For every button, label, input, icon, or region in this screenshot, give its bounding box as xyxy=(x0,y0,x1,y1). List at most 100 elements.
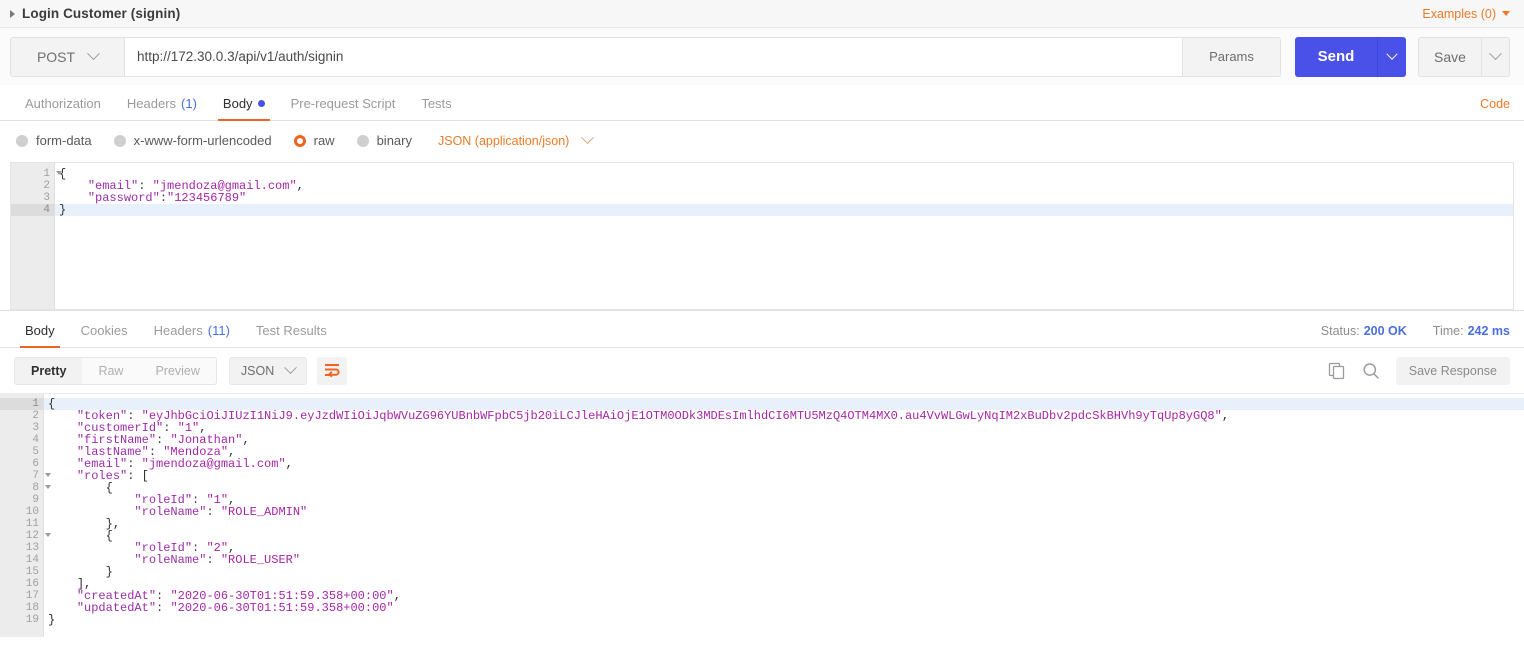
response-tab-test-results[interactable]: Test Results xyxy=(243,323,340,347)
response-tab-body[interactable]: Body xyxy=(12,323,68,348)
code-line: "token": "eyJhbGciOiJIUzI1NiJ9.eyJzdWIiO… xyxy=(76,409,1230,423)
copy-button[interactable] xyxy=(1328,362,1346,380)
status-value: 200 OK xyxy=(1363,324,1407,338)
line-number: 3 xyxy=(43,192,50,204)
line-number: 19 xyxy=(25,614,39,626)
url-bar: POST Params xyxy=(10,36,1281,77)
response-gutter: 1 2 3 4 5 6 7 8 9 10 11 12 13 14 15 16 17 18 19 xyxy=(0,394,51,637)
view-mode-preview[interactable]: Preview xyxy=(139,358,215,384)
body-type-label: x-www-form-urlencoded xyxy=(133,133,272,148)
line-number: 12 xyxy=(0,530,51,542)
response-body-editor[interactable]: 1 2 3 4 5 6 7 8 9 10 11 12 13 14 15 16 17 18 19 { "token":… xyxy=(0,394,1524,637)
tab-pre-request-script[interactable]: Pre-request Script xyxy=(278,96,409,120)
radio-binary[interactable] xyxy=(356,134,369,147)
chevron-down-icon xyxy=(581,131,595,145)
examples-label: Examples (0) xyxy=(1422,6,1496,21)
body-type-form-data[interactable]: form-data xyxy=(16,133,92,148)
request-tabs: Authorization Headers (1) Body Pre-request S… xyxy=(0,85,1524,121)
time-label: Time: xyxy=(1432,324,1464,338)
line-number: 3 xyxy=(32,422,39,434)
caret-right-icon[interactable] xyxy=(10,9,15,18)
code-line: } xyxy=(48,613,56,627)
save-response-button[interactable]: Save Response xyxy=(1395,356,1510,385)
url-input[interactable] xyxy=(125,37,1182,76)
tab-label: Body xyxy=(25,323,55,338)
response-tab-cookies[interactable]: Cookies xyxy=(68,323,141,347)
chevron-down-icon xyxy=(284,361,298,375)
params-label: Params xyxy=(1209,49,1254,64)
search-icon xyxy=(1363,362,1379,379)
tab-label: Headers xyxy=(126,96,177,111)
code-line: }, xyxy=(105,517,121,531)
code-line: } xyxy=(105,565,113,579)
code-line: "firstName": "Jonathan", xyxy=(76,433,250,447)
tab-label: Authorization xyxy=(25,96,101,111)
tab-tests[interactable]: Tests xyxy=(408,96,464,120)
search-button[interactable] xyxy=(1362,362,1380,380)
line-number: 16 xyxy=(25,578,39,590)
request-body-editor[interactable]: 1234 { "email": "jmendoza@gmail.com", "p… xyxy=(10,162,1514,310)
body-type-raw[interactable]: raw xyxy=(293,133,335,148)
tab-body[interactable]: Body xyxy=(210,96,278,121)
code-line: "updatedAt": "2020-06-30T01:51:59.358+00… xyxy=(76,601,394,615)
wrap-lines-button[interactable] xyxy=(317,356,348,385)
response-right-tools: Save Response xyxy=(1328,356,1510,385)
save-label: Save xyxy=(1434,48,1466,65)
code-line: "customerId": "1", xyxy=(76,421,207,435)
code-line: } xyxy=(55,204,1513,216)
line-number: 6 xyxy=(32,458,39,470)
save-button-group: Save xyxy=(1418,36,1510,77)
examples-dropdown[interactable]: Examples (0) xyxy=(1422,7,1510,21)
line-number: 9 xyxy=(32,494,39,506)
send-button[interactable]: Send xyxy=(1295,36,1377,77)
save-response-label: Save Response xyxy=(1408,363,1497,378)
tab-count: (1) xyxy=(181,96,197,111)
radio-x-www-form-urlencoded[interactable] xyxy=(113,134,126,147)
url-bar-row: POST Params Send Save xyxy=(0,28,1524,85)
line-number: 4 xyxy=(32,434,39,446)
request-code[interactable]: { "email": "jmendoza@gmail.com", "passwo… xyxy=(55,163,1513,309)
request-body-editor-wrap: 1234 { "email": "jmendoza@gmail.com", "p… xyxy=(0,160,1524,310)
response-toolbar: Pretty Raw Preview JSON Save Response xyxy=(0,348,1524,394)
view-mode-pretty[interactable]: Pretty xyxy=(15,357,83,384)
unsaved-dot-icon xyxy=(257,100,265,107)
view-mode-raw[interactable]: Raw xyxy=(82,358,139,384)
wrap-lines-icon xyxy=(324,364,340,378)
tab-authorization[interactable]: Authorization xyxy=(12,96,114,120)
response-tabs: Body Cookies Headers (11) Test Results Statu… xyxy=(0,313,1524,348)
body-type-binary[interactable]: binary xyxy=(356,133,412,148)
response-code[interactable]: { "token": "eyJhbGciOiJIUzI1NiJ9.eyJzdWI… xyxy=(44,394,1524,637)
method-label: POST xyxy=(36,48,76,65)
tab-label: Test Results xyxy=(255,323,327,338)
method-select[interactable]: POST xyxy=(11,37,125,76)
tab-headers[interactable]: Headers (1) xyxy=(114,96,210,120)
chevron-down-icon xyxy=(1502,11,1510,16)
line-number: 4 xyxy=(11,204,54,216)
status-label: Status: xyxy=(1320,324,1360,338)
tab-count: (11) xyxy=(207,323,230,338)
save-button[interactable]: Save xyxy=(1419,38,1481,76)
body-type-label: form-data xyxy=(36,133,92,148)
line-number: 14 xyxy=(25,554,39,566)
line-number: 2 xyxy=(32,410,39,422)
line-number: 1 xyxy=(11,168,62,180)
response-format-select[interactable]: JSON xyxy=(228,356,308,385)
save-options-button[interactable] xyxy=(1481,37,1509,76)
params-button[interactable]: Params xyxy=(1182,37,1280,76)
line-number: 8 xyxy=(0,482,51,494)
send-button-group: Send xyxy=(1295,36,1406,77)
code-line: "email": "jmendoza@gmail.com", xyxy=(87,179,304,193)
tab-label: Pre-request Script xyxy=(290,96,396,111)
raw-format-select[interactable]: JSON (application/json) xyxy=(438,131,595,148)
raw-format-label: JSON (application/json) xyxy=(438,133,570,148)
body-type-x-www-form-urlencoded[interactable]: x-www-form-urlencoded xyxy=(113,133,272,148)
code-link[interactable]: Code xyxy=(1480,97,1510,120)
request-gutter: 1234 xyxy=(11,163,62,309)
radio-raw[interactable] xyxy=(293,134,306,147)
response-tab-headers[interactable]: Headers (11) xyxy=(141,323,243,347)
body-type-row: form-data x-www-form-urlencoded raw binary … xyxy=(0,121,1524,160)
send-options-button[interactable] xyxy=(1377,36,1406,77)
line-number: 11 xyxy=(25,518,39,530)
copy-icon xyxy=(1328,362,1344,379)
radio-form-data[interactable] xyxy=(16,134,28,147)
